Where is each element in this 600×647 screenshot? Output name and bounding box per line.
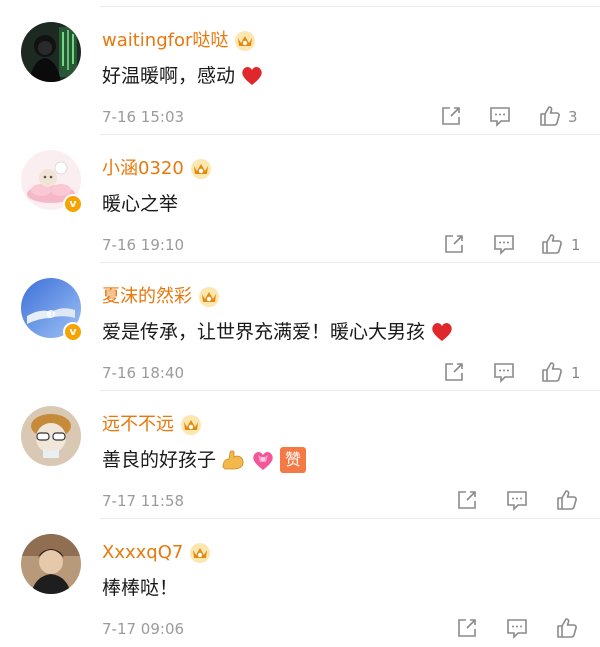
- vip-crown-icon: [190, 543, 211, 563]
- verified-badge: v: [63, 322, 83, 342]
- comment-text-row: 棒棒哒！: [102, 574, 178, 602]
- comment-time: 7-17 09:06: [102, 620, 185, 638]
- share-icon[interactable]: [442, 232, 466, 256]
- username-row: 远不不远: [102, 412, 202, 438]
- comment-text: 好温暖啊，感动: [102, 65, 236, 87]
- username[interactable]: waitingfor哒哒: [102, 28, 228, 54]
- comment-item: XxxxqQ7 棒棒哒！ 7-17 09:06: [0, 519, 600, 647]
- vip-crown-icon: [235, 31, 256, 51]
- comment-icon[interactable]: [488, 104, 512, 128]
- avatar[interactable]: [21, 406, 81, 466]
- avatar[interactable]: [21, 22, 81, 82]
- like-icon[interactable]: [540, 232, 564, 256]
- comment-icon[interactable]: [505, 616, 529, 640]
- comment-text-row: 爱是传承，让世界充满爱！暖心大男孩: [102, 318, 455, 346]
- like-icon[interactable]: [555, 616, 579, 640]
- share-icon[interactable]: [455, 488, 479, 512]
- verified-badge: v: [63, 194, 83, 214]
- comment-text-row: 暖心之举: [102, 190, 178, 218]
- share-icon[interactable]: [442, 360, 466, 384]
- flexed-biceps-icon: [222, 450, 244, 470]
- username[interactable]: 远不不远: [102, 412, 174, 438]
- red-heart-icon: [242, 67, 262, 85]
- vip-crown-icon: [190, 159, 211, 179]
- username[interactable]: 夏沫的然彩: [102, 284, 192, 310]
- username[interactable]: XxxxqQ7: [102, 540, 183, 566]
- username-row: 小涵0320: [102, 156, 212, 182]
- share-icon[interactable]: [439, 104, 463, 128]
- comment-item: v 小涵0320 暖心之举 7-16 19:10 1: [0, 135, 600, 263]
- vip-crown-icon: [199, 287, 219, 307]
- comment-icon[interactable]: [492, 232, 516, 256]
- like-icon[interactable]: [538, 104, 562, 128]
- like-icon[interactable]: [555, 488, 579, 512]
- comment-icon[interactable]: [492, 360, 516, 384]
- username-row: waitingfor哒哒: [102, 28, 256, 54]
- comment-icon[interactable]: [505, 488, 529, 512]
- like-icon[interactable]: [540, 360, 564, 384]
- username-row: 夏沫的然彩: [102, 284, 220, 310]
- like-count: 1: [571, 236, 581, 254]
- comment-time: 7-17 11:58: [102, 492, 185, 510]
- comment-text-row: 善良的好孩子 赞: [102, 446, 307, 474]
- comment-time: 7-16 15:03: [102, 108, 185, 126]
- comment-text-row: 好温暖啊，感动: [102, 62, 265, 90]
- comment-text: 暖心之举: [102, 193, 179, 215]
- username-row: XxxxqQ7: [102, 540, 211, 566]
- avatar[interactable]: [21, 534, 81, 594]
- comment-text: 爱是传承，让世界充满爱！暖心大男孩: [102, 321, 426, 343]
- username[interactable]: 小涵0320: [102, 156, 184, 182]
- comment-text: 棒棒哒！: [102, 577, 179, 599]
- red-heart-icon: [432, 323, 452, 341]
- heart-with-ribbon-icon: [253, 452, 273, 470]
- share-icon[interactable]: [455, 616, 479, 640]
- comment-item: waitingfor哒哒 好温暖啊，感动 7-16 15:03 3: [0, 7, 600, 135]
- comment-time: 7-16 18:40: [102, 364, 185, 382]
- comment-text: 善良的好孩子: [102, 449, 217, 471]
- zan-badge: 赞: [280, 447, 307, 473]
- like-count: 3: [568, 108, 578, 126]
- comment-item: v 夏沫的然彩 爱是传承，让世界充满爱！暖心大男孩 7-16 18:40 1: [0, 263, 600, 391]
- comment-item: 远不不远 善良的好孩子 赞 7-17 11:58: [0, 391, 600, 519]
- like-count: 1: [571, 364, 581, 382]
- vip-crown-icon: [181, 415, 201, 435]
- comment-time: 7-16 19:10: [102, 236, 185, 254]
